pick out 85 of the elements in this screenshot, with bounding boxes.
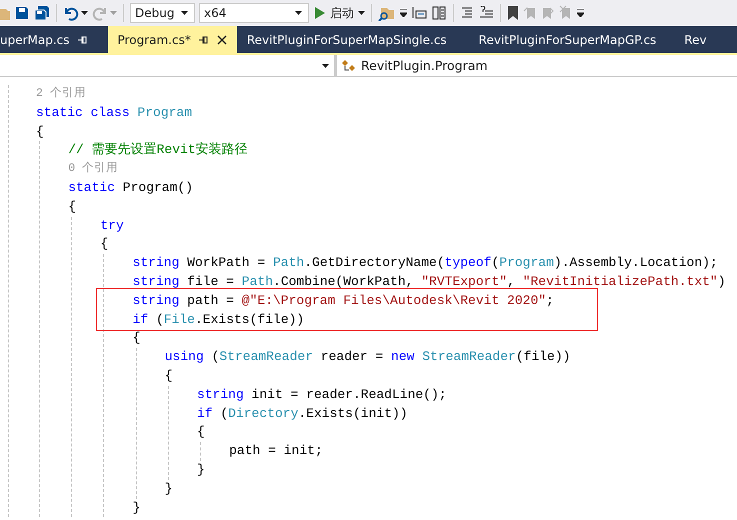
code-text: WorkPath = [186, 254, 266, 272]
code-text: ( [210, 348, 220, 366]
class-icon [341, 58, 357, 72]
document-tab[interactable]: RevitPluginForSuperMapSingle.cs [236, 26, 469, 53]
keyword: string [132, 254, 180, 272]
overflow-icon[interactable] [577, 9, 584, 17]
tab-label: uperMap.cs [0, 32, 70, 46]
code-text: ( [219, 404, 228, 423]
document-tab[interactable]: uperMap.cs [0, 26, 108, 53]
code-text: { [36, 122, 44, 141]
code-text: { [68, 198, 76, 216]
type-name: StreamReader [422, 348, 516, 366]
save-all-icon[interactable] [34, 5, 50, 21]
code-text: , [507, 272, 516, 291]
code-text: } [196, 460, 205, 479]
keyword: string [132, 272, 180, 291]
columns-icon[interactable] [431, 5, 447, 21]
code-text: ; [546, 292, 554, 310]
undo-icon[interactable] [63, 5, 79, 21]
keyword: if [196, 404, 213, 423]
string-literal: "RevitInitializePath.txt" [522, 272, 718, 291]
keyword: new [391, 348, 414, 366]
type-name: Program [137, 104, 192, 122]
close-icon[interactable] [216, 34, 227, 44]
keyword: static class [36, 104, 130, 122]
code-text: { [100, 235, 108, 254]
keyword: using [164, 348, 204, 366]
platform-dropdown[interactable]: x64 [199, 3, 309, 23]
code-text: reader = [320, 348, 384, 366]
code-text: { [164, 366, 173, 385]
code-text: } [132, 498, 140, 517]
code-text: file = [186, 272, 235, 291]
code-text: path = init; [229, 442, 323, 460]
code-text: .GetDirectoryName( [304, 254, 445, 272]
member-dropdown[interactable]: RevitPlugin.Program [337, 55, 737, 76]
type-name: Path [273, 254, 304, 272]
indent-icon[interactable] [460, 6, 474, 20]
caret-icon[interactable] [358, 11, 365, 15]
type-name: StreamReader [219, 348, 313, 366]
tab-label: RevitPluginForSuperMapSingle.cs [246, 32, 447, 46]
caret-icon[interactable] [322, 64, 329, 68]
caret-icon[interactable] [295, 11, 302, 15]
code-text: (file)) [516, 348, 570, 366]
code-text: { [132, 329, 140, 348]
document-tab[interactable]: Program.cs* [108, 26, 237, 53]
string-literal: "RVTExport" [421, 272, 508, 291]
code-text: ( [154, 310, 164, 329]
code-text: path = [186, 292, 235, 310]
code-text: .Exists(file)) [195, 310, 304, 329]
keyword: static [68, 178, 115, 197]
code-text: ).Assembly.Location); [554, 254, 718, 272]
tab-label: Rev [684, 32, 707, 46]
string-literal: @"E:\Program Files\Autodesk\Revit 2020" [242, 292, 546, 310]
keyword: string [196, 386, 244, 404]
code-text: { [196, 423, 205, 442]
type-name: File [164, 310, 195, 329]
bookmark-icon[interactable] [507, 5, 519, 21]
type-name: Program [499, 254, 554, 272]
code-text: ) [718, 272, 726, 291]
overflow-icon[interactable] [400, 9, 407, 17]
caret-icon[interactable] [181, 11, 188, 15]
code-text: ( [491, 254, 500, 272]
document-tab[interactable]: RevitPluginForSuperMapGP.cs [468, 26, 674, 53]
pin-icon[interactable] [198, 34, 209, 44]
code-text: } [164, 480, 173, 498]
keyword: string [132, 292, 180, 310]
code-comment: // 需要先设置Revit安装路径 [68, 141, 248, 160]
configuration-dropdown[interactable]: Debug [130, 3, 195, 23]
keyword: typeof [444, 254, 492, 272]
save-icon[interactable] [14, 5, 30, 21]
tab-label: Program.cs* [118, 32, 191, 46]
code-text: init = reader.ReadLine(); [250, 386, 447, 404]
document-tab[interactable]: Rev [674, 26, 717, 53]
code-text: .Exists(init)) [298, 404, 408, 423]
keyword: try [100, 216, 124, 235]
tab-label: RevitPluginForSuperMapGP.cs [478, 32, 656, 46]
type-name: Directory [228, 404, 298, 423]
keyword: if [132, 310, 148, 329]
find-folder-icon[interactable] [378, 5, 396, 21]
type-name: Path [242, 272, 274, 291]
code-text: .Combine(WorkPath, [273, 272, 414, 291]
code-text: Program() [122, 178, 194, 197]
play-icon [315, 7, 325, 19]
start-button[interactable]: 启动 [313, 4, 356, 22]
caret-icon[interactable] [81, 11, 88, 15]
